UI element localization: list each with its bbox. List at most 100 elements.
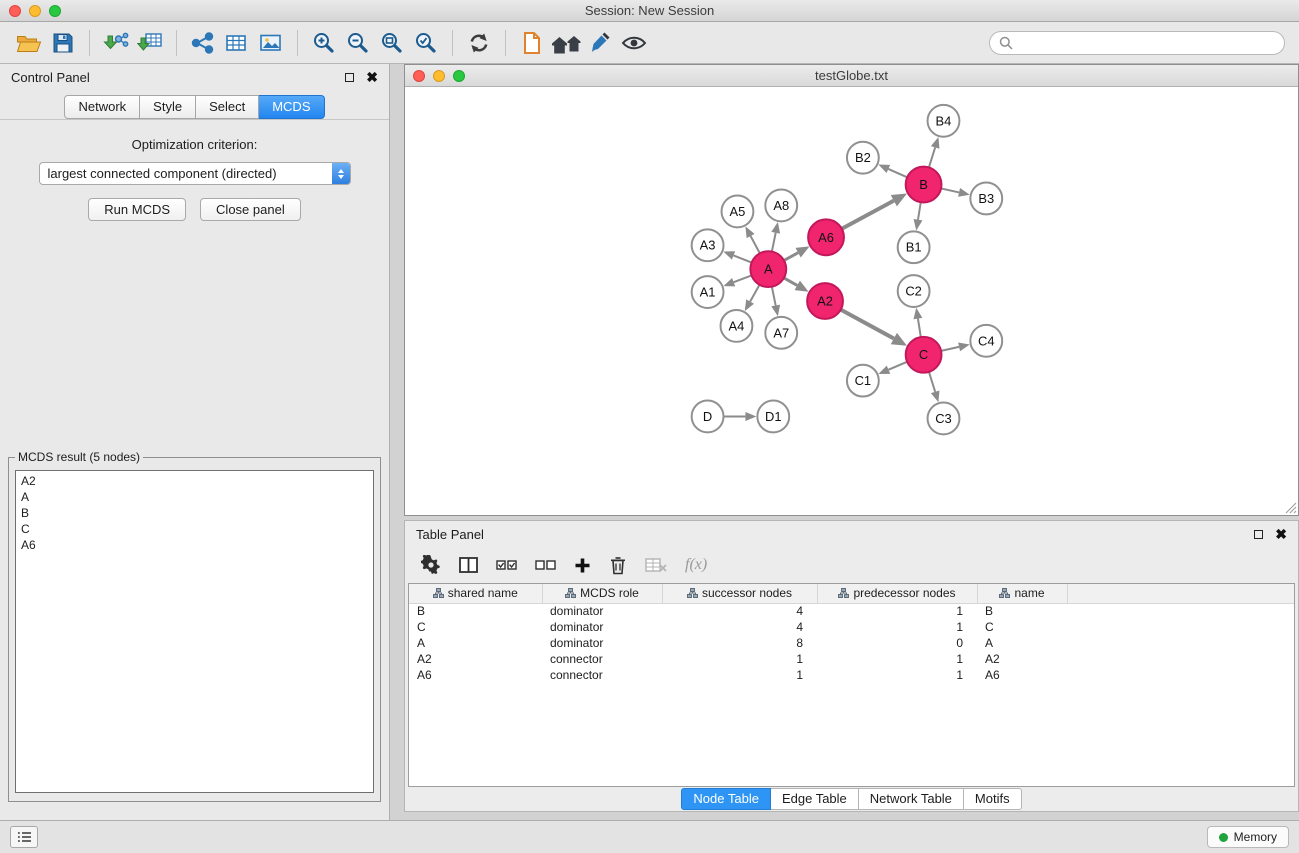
show-hide-eye-button[interactable]	[617, 27, 651, 59]
criterion-dropdown[interactable]: largest connected component (directed)	[39, 162, 351, 185]
tab-node-table[interactable]: Node Table	[681, 788, 771, 810]
zoom-network-button[interactable]	[453, 70, 465, 82]
column-header-name[interactable]: name	[977, 584, 1067, 603]
table-row[interactable]: A2connector11A2	[409, 651, 1294, 667]
memory-button[interactable]: Memory	[1207, 826, 1289, 848]
export-table-button[interactable]	[220, 27, 254, 59]
edge-A-A6[interactable]	[784, 246, 809, 260]
network-canvas[interactable]: B4 B2 B B3 A5 A8 A6 B1 A3 A A1 C2 A2 A4 A7 C4 C1 C C3 D D1	[405, 87, 1298, 515]
mcds-result-item[interactable]: A2	[21, 473, 368, 489]
search-input[interactable]	[1018, 36, 1275, 50]
zoom-window-button[interactable]	[49, 5, 61, 17]
save-session-button[interactable]	[46, 27, 80, 59]
node-B3[interactable]: B3	[970, 183, 1002, 215]
zoom-in-button[interactable]	[307, 27, 341, 59]
tab-edge-table[interactable]: Edge Table	[771, 788, 859, 810]
table-row[interactable]: Adominator80A	[409, 635, 1294, 651]
zoom-out-button[interactable]	[341, 27, 375, 59]
edge-B-B3[interactable]	[941, 188, 970, 197]
node-D[interactable]: D	[692, 401, 724, 433]
node-A2[interactable]: A2	[807, 283, 843, 319]
node-A5[interactable]: A5	[722, 195, 754, 227]
node-B1[interactable]: B1	[898, 231, 930, 263]
node-A6[interactable]: A6	[808, 219, 844, 255]
node-A3[interactable]: A3	[692, 229, 724, 261]
float-panel-icon[interactable]	[345, 73, 354, 82]
export-network-button[interactable]	[186, 27, 220, 59]
minimize-window-button[interactable]	[29, 5, 41, 17]
home-overview-button[interactable]	[549, 27, 583, 59]
deselect-all-button[interactable]	[535, 558, 556, 572]
tab-select[interactable]: Select	[196, 95, 259, 119]
run-mcds-button[interactable]: Run MCDS	[88, 198, 186, 221]
tab-network[interactable]: Network	[64, 95, 140, 119]
column-header-mcds-role[interactable]: MCDS role	[542, 584, 662, 603]
show-panels-button[interactable]	[10, 826, 38, 848]
edge-A-A7[interactable]	[771, 287, 780, 317]
edge-A-A8[interactable]	[771, 222, 780, 252]
import-network-file-button[interactable]	[99, 27, 133, 59]
mcds-result-item[interactable]: C	[21, 521, 368, 537]
style-brush-button[interactable]	[583, 27, 617, 59]
column-layout-button[interactable]	[459, 557, 478, 573]
minimize-network-button[interactable]	[433, 70, 445, 82]
node-B4[interactable]: B4	[928, 105, 960, 137]
node-C[interactable]: C	[906, 337, 942, 373]
table-row[interactable]: A6connector11A6	[409, 667, 1294, 683]
delete-column-button[interactable]	[609, 555, 627, 575]
float-table-panel-icon[interactable]	[1254, 530, 1263, 539]
edge-A-A4[interactable]	[745, 285, 760, 311]
node-C1[interactable]: C1	[847, 365, 879, 397]
edge-A-A2[interactable]	[784, 278, 809, 292]
close-network-button[interactable]	[413, 70, 425, 82]
zoom-fit-button[interactable]	[375, 27, 409, 59]
column-header-successor-nodes[interactable]: successor nodes	[662, 584, 817, 603]
close-table-panel-icon[interactable]: ✖	[1275, 529, 1287, 539]
network-graph[interactable]: B4 B2 B B3 A5 A8 A6 B1 A3 A A1 C2 A2 A4 A7 C4 C1 C C3 D D1	[405, 87, 1298, 515]
tab-network-table[interactable]: Network Table	[859, 788, 964, 810]
export-image-button[interactable]	[254, 27, 288, 59]
node-A7[interactable]: A7	[765, 317, 797, 349]
refresh-layout-button[interactable]	[462, 27, 496, 59]
import-table-file-button[interactable]	[133, 27, 167, 59]
node-A4[interactable]: A4	[721, 310, 753, 342]
edge-C-C1[interactable]	[878, 362, 907, 374]
edge-A-A1[interactable]	[723, 275, 751, 286]
node-C2[interactable]: C2	[898, 275, 930, 307]
tab-mcds[interactable]: MCDS	[259, 95, 324, 119]
edge-D-D1[interactable]	[724, 412, 757, 421]
resize-grip-icon[interactable]	[1285, 502, 1297, 514]
edge-C-C2[interactable]	[914, 308, 923, 337]
edge-B-B1[interactable]	[914, 202, 923, 230]
node-A8[interactable]: A8	[765, 190, 797, 222]
edge-A-A3[interactable]	[723, 251, 751, 262]
search-box[interactable]	[989, 31, 1285, 55]
node-A[interactable]: A	[750, 251, 786, 287]
edge-A2-C[interactable]	[841, 310, 907, 346]
open-session-button[interactable]	[12, 27, 46, 59]
node-C3[interactable]: C3	[928, 403, 960, 435]
mcds-result-item[interactable]: B	[21, 505, 368, 521]
node-B2[interactable]: B2	[847, 142, 879, 174]
close-panel-icon[interactable]: ✖	[366, 72, 378, 82]
select-all-button[interactable]	[496, 558, 517, 572]
table-row[interactable]: Cdominator41C	[409, 619, 1294, 635]
edge-C-C4[interactable]	[941, 342, 970, 351]
close-window-button[interactable]	[9, 5, 21, 17]
session-document-button[interactable]	[515, 27, 549, 59]
edge-A6-B[interactable]	[842, 194, 907, 229]
mcds-result-item[interactable]: A	[21, 489, 368, 505]
table-settings-button[interactable]	[421, 555, 441, 575]
mcds-result-list[interactable]: A2ABCA6	[15, 470, 374, 793]
edge-B-B4[interactable]	[929, 137, 940, 167]
tab-style[interactable]: Style	[140, 95, 196, 119]
node-A1[interactable]: A1	[692, 276, 724, 308]
node-C4[interactable]: C4	[970, 325, 1002, 357]
node-D1[interactable]: D1	[757, 401, 789, 433]
close-panel-button[interactable]: Close panel	[200, 198, 301, 221]
table-row[interactable]: Bdominator41B	[409, 603, 1294, 619]
tab-motifs[interactable]: Motifs	[964, 788, 1022, 810]
node-B[interactable]: B	[906, 167, 942, 203]
column-header-predecessor-nodes[interactable]: predecessor nodes	[817, 584, 977, 603]
function-builder-button[interactable]: f(x)	[685, 556, 707, 574]
